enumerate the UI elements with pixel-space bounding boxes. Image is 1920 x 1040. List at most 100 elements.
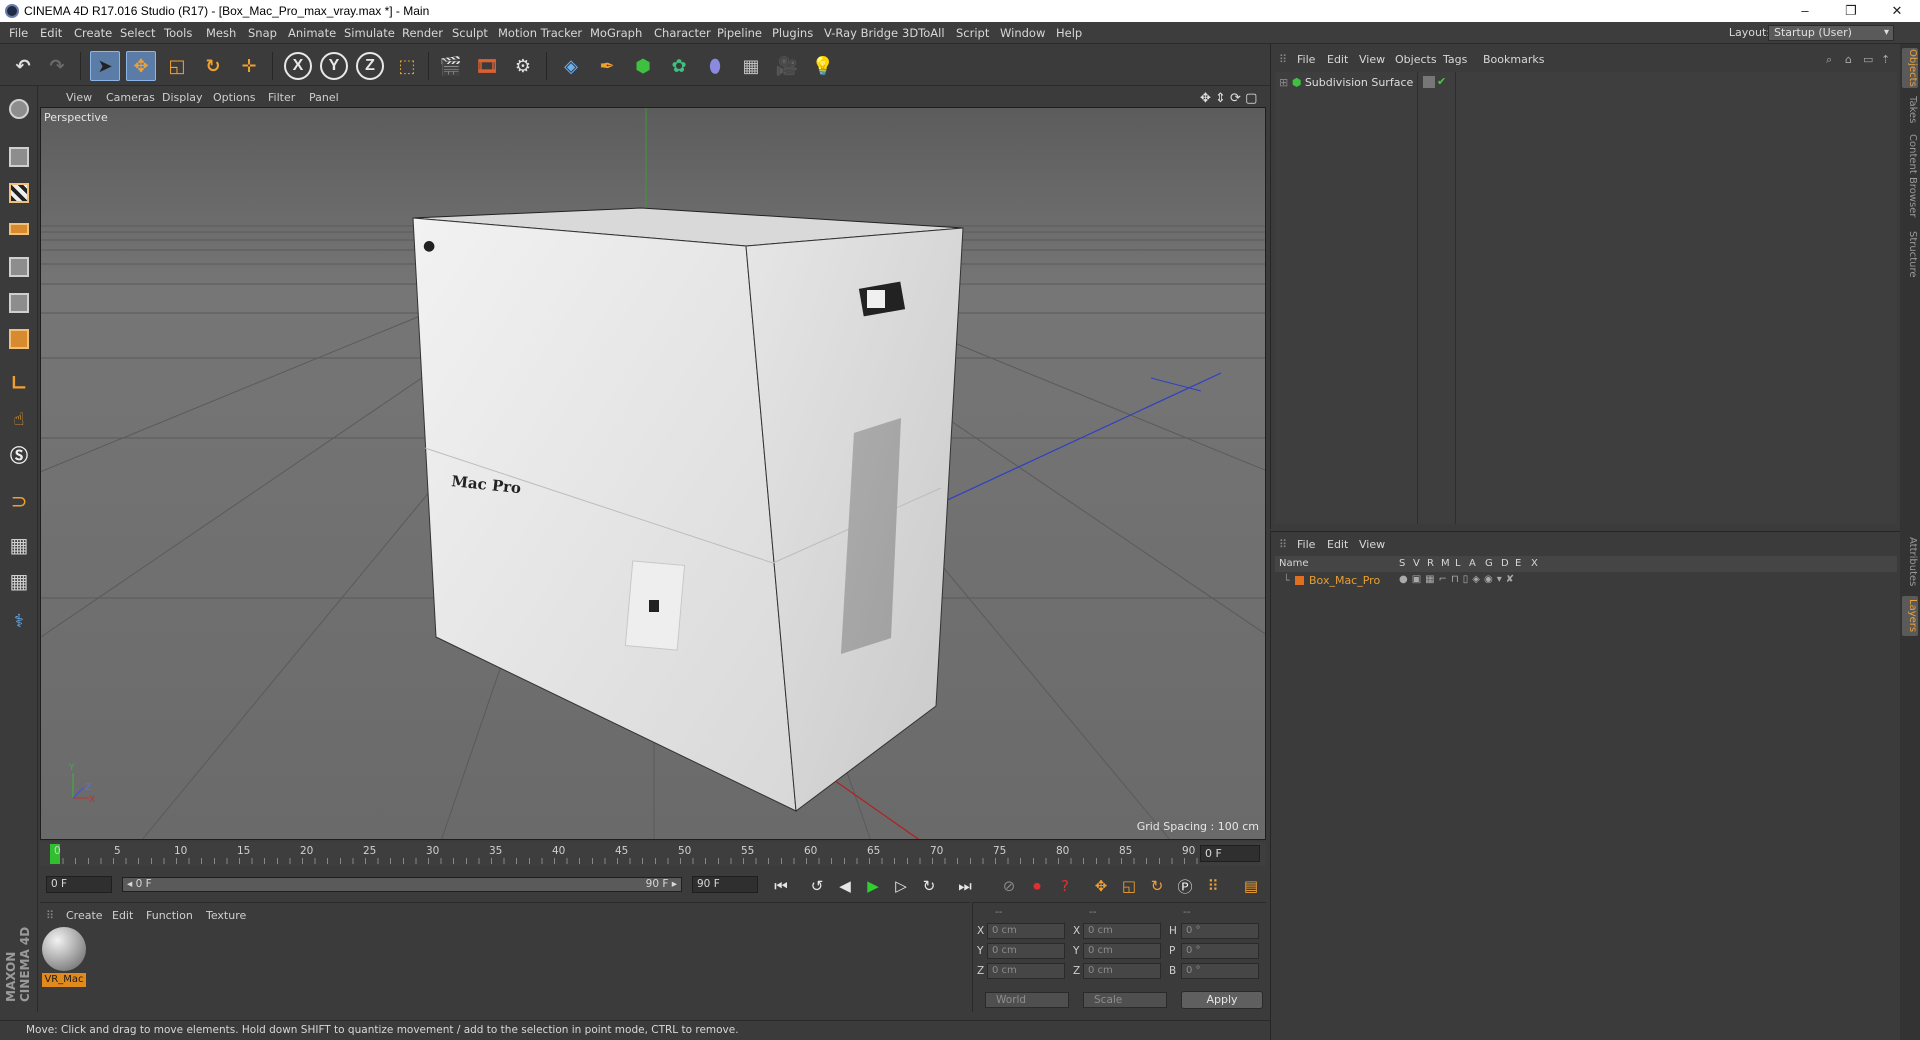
select-arrow-icon[interactable]: ➤ [90, 51, 120, 81]
col-view[interactable]: V [1413, 558, 1420, 569]
col-deformers[interactable]: D [1501, 558, 1509, 569]
close-button[interactable]: ✕ [1874, 0, 1920, 22]
objects-menu-bookmarks[interactable]: Bookmarks [1483, 53, 1544, 66]
points-mode-icon[interactable] [4, 252, 34, 282]
y-axis-lock-icon[interactable]: Y [320, 52, 348, 80]
menu-animate[interactable]: Animate [288, 26, 336, 40]
model-mode-icon[interactable] [4, 142, 34, 172]
menu-motion-tracker[interactable]: Motion Tracker [498, 26, 582, 40]
menu-character[interactable]: Character [654, 26, 711, 40]
keyframe-selection-icon[interactable]: ⊘ [998, 875, 1020, 897]
enabled-checkmark-icon[interactable]: ✔ [1437, 75, 1446, 88]
object-name[interactable]: Subdivision Surface [1305, 76, 1413, 89]
viewport-menu-filter[interactable]: Filter [268, 91, 295, 104]
col-locked[interactable]: L [1455, 558, 1461, 569]
key-pla-icon[interactable]: ⠿ [1202, 875, 1224, 897]
key-position-icon[interactable]: ✥ [1090, 875, 1112, 897]
home-icon[interactable]: ⌂ [1845, 53, 1852, 66]
size-mode-dropdown[interactable]: Scale [1083, 992, 1167, 1008]
expand-toggle-icon[interactable]: ⊞ [1279, 76, 1288, 89]
redo-icon[interactable]: ↷ [42, 51, 72, 81]
subdivision-generator-icon[interactable]: ⬢ [628, 51, 658, 81]
python-icon[interactable]: ⚕ [4, 606, 34, 636]
timeline-window-icon[interactable]: ▤ [1240, 875, 1262, 897]
menu-pipeline[interactable]: Pipeline [717, 26, 762, 40]
frame-range-slider[interactable]: ◂ 0 F 90 F ▸ [122, 877, 682, 892]
array-cloner-icon[interactable]: ✿ [664, 51, 694, 81]
col-solo[interactable]: S [1399, 558, 1405, 569]
tab-attributes[interactable]: Attributes [1902, 534, 1918, 590]
3d-viewport[interactable]: Mac Pro ● Y X Z Grid Spacing : 100 cm [40, 107, 1266, 840]
panel-menu-icon[interactable]: ⇡ [1881, 53, 1890, 66]
timeline-ruler[interactable]: 0 5 10 15 20 25 30 35 40 45 50 55 60 65 … [40, 842, 1266, 866]
menu-file[interactable]: File [9, 26, 28, 40]
object-row-subdivision-surface[interactable]: ⊞ ⬢ Subdivision Surface ✔ [1279, 75, 1446, 89]
record-active-objects-icon[interactable]: ⏺ [1026, 875, 1048, 897]
layers-menu-file[interactable]: File [1297, 538, 1315, 551]
lock-workplane-icon[interactable]: ▦ [4, 530, 34, 560]
edges-mode-icon[interactable] [4, 288, 34, 318]
light-icon[interactable]: 💡 [808, 51, 838, 81]
maximize-button[interactable]: ❐ [1828, 0, 1874, 22]
autokeying-icon[interactable]: ? [1054, 875, 1076, 897]
tweak-mode-icon[interactable]: ☝ [4, 404, 34, 434]
material-menu-edit[interactable]: Edit [112, 909, 133, 922]
viewport-menu-view[interactable]: View [66, 91, 92, 104]
col-manager[interactable]: M [1441, 558, 1450, 569]
menu-plugins[interactable]: Plugins [772, 26, 813, 40]
render-view-icon[interactable]: 🎬 [436, 51, 466, 81]
key-scale-icon[interactable]: ◱ [1118, 875, 1140, 897]
current-frame-field[interactable]: 0 F [1200, 845, 1260, 862]
size-x-field[interactable]: 0 cm [1083, 923, 1161, 939]
material-menu-texture[interactable]: Texture [206, 909, 246, 922]
menu-snap[interactable]: Snap [248, 26, 277, 40]
rot-p-field[interactable]: 0 ° [1181, 943, 1259, 959]
workplane-mode-icon[interactable] [4, 214, 34, 244]
objects-menu-tags[interactable]: Tags [1443, 53, 1467, 66]
planar-workplane-icon[interactable]: ▦ [4, 566, 34, 596]
collapse-icon[interactable]: ▭ [1863, 53, 1873, 66]
texture-mode-icon[interactable] [4, 178, 34, 208]
move-tool-icon[interactable]: ✥ [126, 51, 156, 81]
play-icon[interactable]: ▶ [862, 875, 884, 897]
deformer-icon[interactable]: ⬮ [700, 51, 730, 81]
snap-icon[interactable]: Ⓢ [4, 440, 34, 470]
pos-y-field[interactable]: 0 cm [987, 943, 1065, 959]
menu-edit[interactable]: Edit [40, 26, 62, 40]
previous-frame-icon[interactable]: ◀ [834, 875, 856, 897]
make-editable-icon[interactable] [4, 94, 34, 124]
search-icon[interactable]: ⌕ [1826, 53, 1832, 67]
objects-menu-view[interactable]: View [1359, 53, 1385, 66]
col-xrefs[interactable]: X [1531, 558, 1538, 569]
col-render[interactable]: R [1427, 558, 1434, 569]
transform-tool-icon[interactable]: ✛ [234, 51, 264, 81]
objects-menu-file[interactable]: File [1297, 53, 1315, 66]
layer-row-box-mac-pro[interactable]: └ Box_Mac_Pro ●▣▦⌐⊓▯◈◉▾✘ [1275, 573, 1897, 589]
viewport-menu-options[interactable]: Options [213, 91, 255, 104]
go-to-start-icon[interactable]: ⏮ [770, 875, 792, 897]
menu-render[interactable]: Render [402, 26, 443, 40]
polygons-mode-icon[interactable] [4, 324, 34, 354]
render-picture-viewer-icon[interactable]: 🎞 [472, 51, 502, 81]
col-expressions[interactable]: E [1515, 558, 1521, 569]
layout-dropdown[interactable]: Startup (User) [1768, 25, 1894, 41]
pen-spline-icon[interactable]: ✒ [592, 51, 622, 81]
material-menu-create[interactable]: Create [66, 909, 103, 922]
size-y-field[interactable]: 0 cm [1083, 943, 1161, 959]
col-generators[interactable]: G [1485, 558, 1493, 569]
key-rotation-icon[interactable]: ↻ [1146, 875, 1168, 897]
coordinate-space-dropdown[interactable]: World [985, 992, 1069, 1008]
material-menu-function[interactable]: Function [146, 909, 193, 922]
menu-script[interactable]: Script [956, 26, 989, 40]
camera-icon[interactable]: 🎥 [772, 51, 802, 81]
x-axis-lock-icon[interactable]: X [284, 52, 312, 80]
floor-scene-icon[interactable]: ▦ [736, 51, 766, 81]
material-name-label[interactable]: VR_Mac [42, 973, 86, 987]
menu-help[interactable]: Help [1056, 26, 1082, 40]
scale-tool-icon[interactable]: ◱ [162, 51, 192, 81]
viewport-navigation-icons[interactable]: ✥ ⇕ ⟳ ▢ [1200, 91, 1257, 106]
tab-content-browser[interactable]: Content Browser [1902, 132, 1918, 220]
layers-menu-view[interactable]: View [1359, 538, 1385, 551]
viewport-menu-display[interactable]: Display [162, 91, 203, 104]
cube-primitive-icon[interactable]: ◈ [556, 51, 586, 81]
